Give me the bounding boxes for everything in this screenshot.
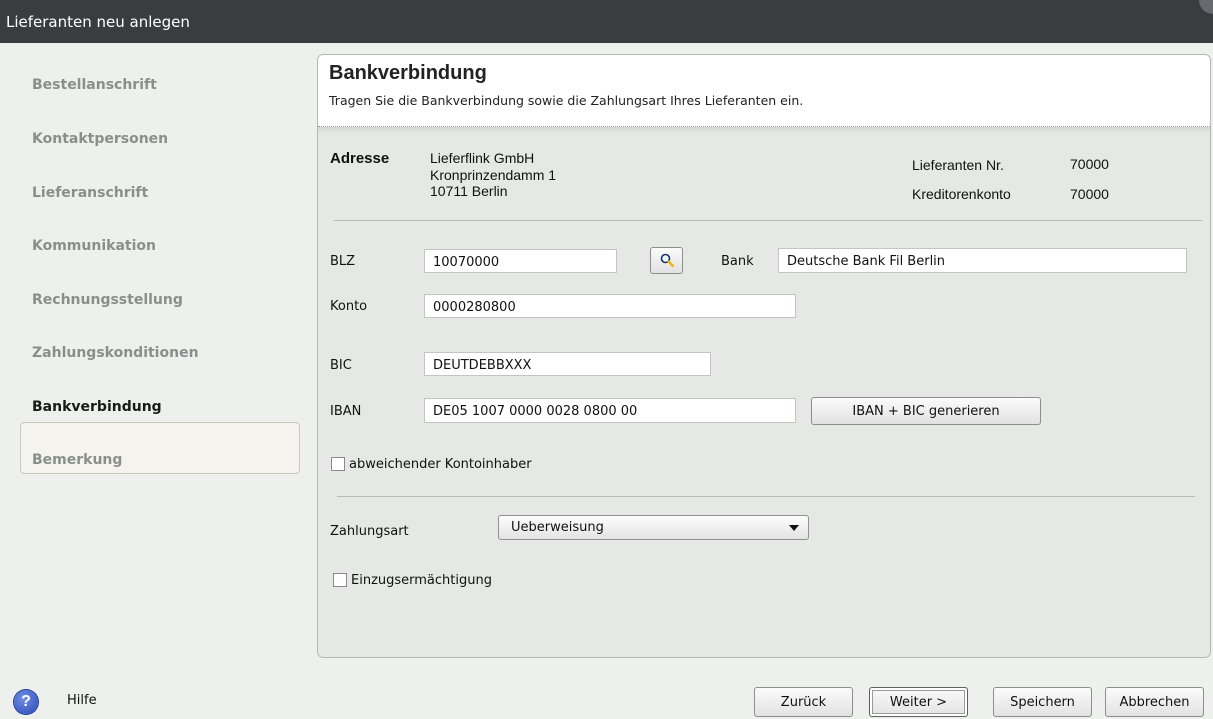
magnifier-icon bbox=[660, 253, 674, 268]
address-line2: Kronprinzendamm 1 bbox=[430, 167, 557, 183]
direct-debit-checkbox[interactable] bbox=[333, 573, 347, 587]
payment-select[interactable]: Ueberweisung bbox=[498, 515, 809, 540]
save-button[interactable]: Speichern bbox=[993, 687, 1092, 717]
window-titlebar: Lieferanten neu anlegen bbox=[0, 0, 1213, 43]
sidebar-item-kontaktpersonen[interactable]: Kontaktpersonen bbox=[32, 131, 168, 147]
header-shadow bbox=[318, 127, 1210, 133]
konto-field[interactable]: 0000280800 bbox=[424, 294, 796, 318]
bic-field[interactable]: DEUTDEBBXXX bbox=[424, 352, 711, 376]
alt-owner-label: abweichender Kontoinhaber bbox=[349, 457, 532, 472]
page-title: Bankverbindung bbox=[329, 62, 487, 84]
back-button[interactable]: Zurück bbox=[754, 687, 853, 717]
divider bbox=[337, 496, 1195, 497]
question-icon[interactable]: ? bbox=[14, 690, 38, 714]
next-button[interactable]: Weiter > bbox=[869, 687, 968, 717]
address-label: Adresse bbox=[330, 150, 390, 167]
sidebar-item-lieferanschrift[interactable]: Lieferanschrift bbox=[32, 185, 148, 201]
address-line1: Lieferflink GmbH bbox=[430, 150, 535, 166]
sidebar-item-zahlungskonditionen[interactable]: Zahlungskonditionen bbox=[32, 345, 199, 361]
sidebar-item-bemerkung[interactable]: Bemerkung bbox=[32, 452, 122, 468]
sidebar-item-kommunikation[interactable]: Kommunikation bbox=[32, 238, 156, 254]
direct-debit-label: Einzugsermächtigung bbox=[351, 573, 492, 588]
alt-owner-checkbox[interactable] bbox=[331, 457, 345, 471]
panel-header: Bankverbindung Tragen Sie die Bankverbin… bbox=[318, 55, 1210, 127]
sidebar-item-bestellanschrift[interactable]: Bestellanschrift bbox=[32, 77, 157, 93]
creditor-value: 70000 bbox=[1070, 186, 1109, 202]
sidebar-item-rechnungsstellung[interactable]: Rechnungsstellung bbox=[32, 292, 183, 308]
page-subtitle: Tragen Sie die Bankverbindung sowie die … bbox=[329, 93, 804, 108]
help-link[interactable]: Hilfe bbox=[67, 693, 97, 708]
address-line3: 10711 Berlin bbox=[430, 183, 508, 199]
blz-label: BLZ bbox=[330, 254, 356, 269]
iban-bic-generate-button[interactable]: IBAN + BIC generieren bbox=[811, 397, 1041, 425]
iban-field[interactable]: DE05 1007 0000 0028 0800 00 bbox=[424, 398, 796, 423]
supplier-no-value: 70000 bbox=[1070, 156, 1109, 172]
cancel-button[interactable]: Abbrechen bbox=[1105, 687, 1204, 717]
divider bbox=[334, 220, 1202, 221]
window-corner-button[interactable] bbox=[1199, 0, 1213, 14]
chevron-down-icon bbox=[789, 525, 799, 531]
creditor-label: Kreditorenkonto bbox=[912, 186, 1011, 202]
bank-label: Bank bbox=[721, 254, 754, 269]
bank-field[interactable]: Deutsche Bank Fil Berlin bbox=[778, 248, 1187, 273]
bank-search-button[interactable] bbox=[650, 247, 683, 274]
iban-label: IBAN bbox=[330, 404, 362, 419]
konto-label: Konto bbox=[330, 299, 368, 314]
supplier-no-label: Lieferanten Nr. bbox=[912, 157, 1004, 173]
payment-label: Zahlungsart bbox=[330, 524, 409, 539]
payment-select-value: Ueberweisung bbox=[511, 520, 604, 535]
blz-field[interactable]: 10070000 bbox=[424, 249, 617, 273]
window-title: Lieferanten neu anlegen bbox=[6, 13, 190, 31]
bic-label: BIC bbox=[330, 358, 352, 373]
sidebar-item-bankverbindung[interactable]: Bankverbindung bbox=[32, 399, 162, 415]
